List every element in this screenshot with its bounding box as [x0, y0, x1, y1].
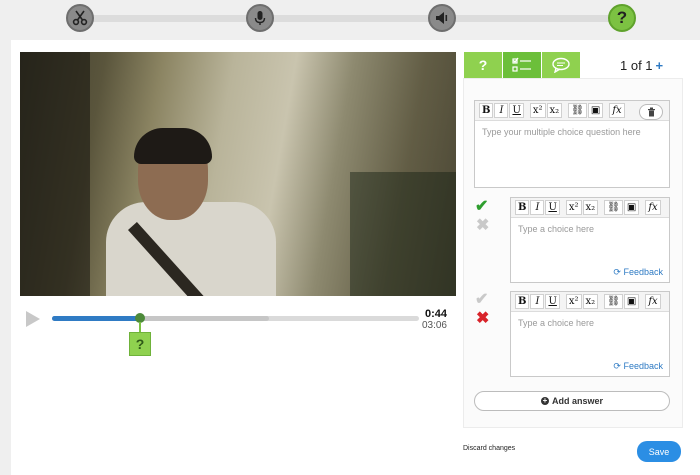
step-track [78, 15, 624, 22]
tab-question[interactable]: ? [464, 52, 502, 78]
image-icon: ▣ [590, 105, 601, 116]
feedback-label: Feedback [623, 267, 663, 277]
italic-button[interactable]: I [494, 103, 509, 118]
italic-button[interactable]: I [530, 200, 545, 215]
image-icon: ▣ [626, 202, 637, 213]
question-counter: 1 of 1 + [620, 58, 663, 73]
question-tab-icon: ? [478, 57, 488, 73]
current-time: 0:44 [424, 308, 447, 320]
tab-multiple-choice[interactable] [503, 52, 541, 78]
image-button[interactable]: ▣ [623, 200, 640, 215]
video-person-hair [134, 128, 212, 164]
choice-editor-1: B I U x² x₂ ⛓ ▣ fx Type a choice here ⟳ … [510, 197, 670, 283]
step-questions[interactable]: ? [608, 4, 636, 32]
link-button[interactable]: ⛓ [568, 103, 587, 118]
timeline-played [52, 316, 141, 321]
image-button[interactable]: ▣ [587, 103, 604, 118]
underline-button[interactable]: U [545, 294, 560, 309]
plus-circle-icon: + [540, 396, 549, 405]
bold-button[interactable]: B [515, 200, 530, 215]
superscript-button[interactable]: x² [529, 103, 546, 118]
microphone-icon [254, 11, 266, 25]
bold-button[interactable]: B [479, 103, 494, 118]
link-icon: ⛓ [607, 296, 620, 307]
question-editor: B I U x² x₂ ⛓ ▣ fx Type your multiple ch… [474, 100, 670, 188]
superscript-button[interactable]: x² [565, 294, 582, 309]
question-type-tabs: ? [464, 52, 581, 78]
choice-1-toolbar: B I U x² x₂ ⛓ ▣ fx [511, 198, 669, 218]
multiple-choice-tab-icon [512, 57, 531, 72]
subscript-button[interactable]: x₂ [582, 294, 599, 309]
italic-button[interactable]: I [530, 294, 545, 309]
formula-button[interactable]: fx [645, 200, 661, 215]
discard-changes-link[interactable]: Discard changes [463, 445, 515, 452]
link-icon: ⛓ [607, 202, 620, 213]
link-button[interactable]: ⛓ [604, 200, 623, 215]
link-icon: ⛓ [571, 105, 584, 116]
video-shadow [350, 172, 456, 296]
question-icon: ? [616, 8, 628, 27]
formula-button[interactable]: fx [645, 294, 661, 309]
step-bar: ? [0, 0, 700, 40]
trash-icon [647, 107, 655, 117]
refresh-icon: ⟳ [613, 361, 621, 371]
step-audio[interactable] [428, 4, 456, 32]
image-icon: ▣ [626, 296, 637, 307]
link-button[interactable]: ⛓ [604, 294, 623, 309]
image-button[interactable]: ▣ [623, 294, 640, 309]
mark-wrong-x-icon[interactable]: ✖ [476, 218, 489, 234]
delete-question-button[interactable] [639, 104, 663, 120]
choice-1-input[interactable]: Type a choice here [511, 218, 669, 240]
total-time: 03:06 [421, 320, 447, 331]
scissors-icon [72, 10, 88, 26]
formula-button[interactable]: fx [609, 103, 625, 118]
add-answer-button[interactable]: + Add answer [474, 391, 670, 411]
refresh-icon: ⟳ [613, 267, 621, 277]
choice-editor-2: B I U x² x₂ ⛓ ▣ fx Type a choice here ⟳ … [510, 291, 670, 377]
play-button[interactable] [26, 311, 40, 327]
question-counter-text: 1 of 1 [620, 58, 653, 73]
bold-button[interactable]: B [515, 294, 530, 309]
choice-2-toolbar: B I U x² x₂ ⛓ ▣ fx [511, 292, 669, 312]
feedback-label: Feedback [623, 361, 663, 371]
add-answer-label: Add answer [551, 396, 603, 406]
add-question-button[interactable]: + [656, 58, 664, 73]
mark-correct-checkmark-icon[interactable]: ✔ [475, 292, 488, 308]
timeline[interactable] [52, 313, 419, 323]
save-button[interactable]: Save [637, 441, 681, 462]
video-shadow [20, 52, 90, 296]
question-marker[interactable]: ? [129, 332, 151, 356]
superscript-button[interactable]: x² [565, 200, 582, 215]
video-frame[interactable] [20, 52, 456, 296]
tab-comment[interactable] [542, 52, 580, 78]
underline-button[interactable]: U [545, 200, 560, 215]
subscript-button[interactable]: x₂ [582, 200, 599, 215]
choice-2-input[interactable]: Type a choice here [511, 312, 669, 334]
step-edit[interactable] [66, 4, 94, 32]
step-narrate[interactable] [246, 4, 274, 32]
choice-2-feedback-link[interactable]: ⟳ Feedback [613, 361, 663, 372]
underline-button[interactable]: U [509, 103, 524, 118]
speaker-icon [436, 12, 448, 24]
choice-1-feedback-link[interactable]: ⟳ Feedback [613, 267, 663, 278]
mark-wrong-x-icon[interactable]: ✖ [476, 311, 489, 327]
question-input[interactable]: Type your multiple choice question here [475, 121, 669, 143]
subscript-button[interactable]: x₂ [546, 103, 563, 118]
speech-bubble-tab-icon [552, 57, 570, 73]
mark-correct-checkmark-icon[interactable]: ✔ [475, 199, 488, 215]
